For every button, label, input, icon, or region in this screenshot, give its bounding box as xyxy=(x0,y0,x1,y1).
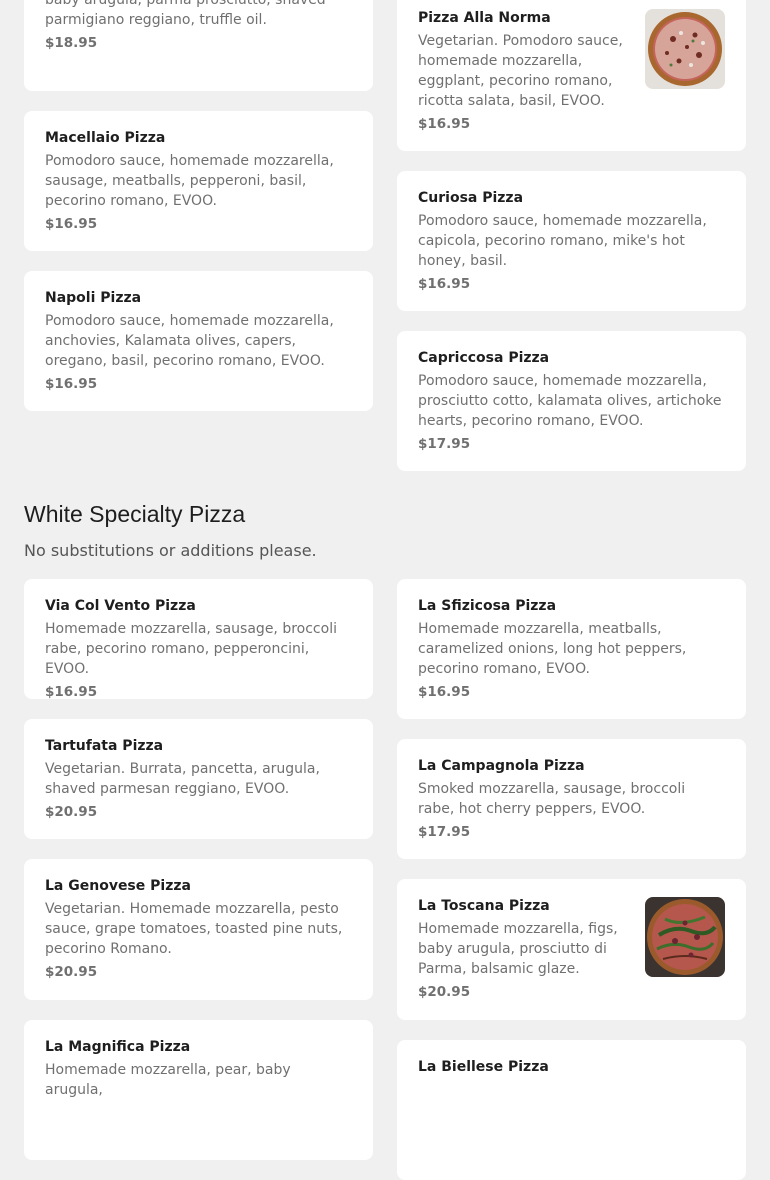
menu-item-description: Vegetarian. Homemade mozzarella, pesto s… xyxy=(45,901,343,957)
menu-item-name: La Campagnola Pizza xyxy=(418,758,585,774)
menu-item-card[interactable]: La Sfizicosa Pizza Homemade mozzarella, … xyxy=(397,579,746,719)
menu-item-name: Pizza Alla Norma xyxy=(418,10,551,26)
menu-item-description: Homemade mozzarella, figs, baby arugula,… xyxy=(418,921,618,977)
section-title: White Specialty Pizza xyxy=(24,501,246,527)
menu-item-card[interactable]: La Toscana Pizza Homemade mozzarella, fi… xyxy=(397,879,746,1020)
menu-item-price: $17.95 xyxy=(418,436,471,452)
menu-item-name: Macellaio Pizza xyxy=(45,130,166,146)
section-note: No substitutions or additions please. xyxy=(24,541,317,560)
menu-item-name: Via Col Vento Pizza xyxy=(45,598,196,614)
menu-item-name: Napoli Pizza xyxy=(45,290,142,306)
menu-item-card[interactable]: Pizza Alla Norma Vegetarian. Pomodoro sa… xyxy=(397,0,746,151)
menu-item-name: Capriccosa Pizza xyxy=(418,350,550,366)
menu-item-description: Homemade mozzarella, meatballs, carameli… xyxy=(418,621,687,677)
menu-item-price: $18.95 xyxy=(45,35,98,51)
menu-item-description: Homemade mozzarella, pear, baby arugula, xyxy=(45,1062,291,1098)
menu-item-name: La Biellese Pizza xyxy=(418,1059,549,1075)
menu-item-name: La Toscana Pizza xyxy=(418,898,550,914)
menu-item-description: Vegetarian. Pomodoro sauce, homemade moz… xyxy=(418,33,623,109)
menu-item-price: $16.95 xyxy=(418,116,471,132)
menu-item-card[interactable]: La Genovese Pizza Vegetarian. Homemade m… xyxy=(24,859,373,1000)
menu-item-description: Pomodoro sauce, homemade mozzarella, bab… xyxy=(45,0,326,28)
menu-item-description: Pomodoro sauce, homemade mozzarella, pro… xyxy=(418,373,722,429)
menu-item-card[interactable]: La Biellese Pizza xyxy=(397,1040,746,1180)
menu-item-price: $16.95 xyxy=(45,684,98,699)
menu-item-card[interactable]: Via Col Vento Pizza Homemade mozzarella,… xyxy=(24,579,373,699)
menu-item-price: $16.95 xyxy=(418,276,471,292)
menu-item-card[interactable]: Macellaio Pizza Pomodoro sauce, homemade… xyxy=(24,111,373,251)
menu-item-description: Pomodoro sauce, homemade mozzarella, sau… xyxy=(45,153,334,209)
menu-item-name: Curiosa Pizza xyxy=(418,190,524,206)
menu-item-price: $16.95 xyxy=(418,684,471,700)
menu-item-card[interactable]: La Campagnola Pizza Smoked mozzarella, s… xyxy=(397,739,746,859)
menu-item-card[interactable]: Curiosa Pizza Pomodoro sauce, homemade m… xyxy=(397,171,746,311)
la-toscana-photo[interactable] xyxy=(645,897,725,977)
menu-item-price: $16.95 xyxy=(45,216,98,232)
menu-item-name: La Magnifica Pizza xyxy=(45,1039,191,1055)
menu-item-name: Tartufata Pizza xyxy=(45,738,164,754)
pizza-alla-norma-photo[interactable] xyxy=(645,9,725,89)
menu-item-price: $16.95 xyxy=(45,376,98,392)
menu-item-description: Vegetarian. Burrata, pancetta, arugula, … xyxy=(45,761,320,797)
menu-item-card[interactable]: Capriccosa Pizza Pomodoro sauce, homemad… xyxy=(397,331,746,471)
menu-item-price: $20.95 xyxy=(45,804,98,820)
menu-item-description: Homemade mozzarella, sausage, broccoli r… xyxy=(45,621,337,677)
menu-item-price: $20.95 xyxy=(45,964,98,980)
menu-item-description: Pomodoro sauce, homemade mozzarella, cap… xyxy=(418,213,707,269)
menu-item-description: Pomodoro sauce, homemade mozzarella, anc… xyxy=(45,313,334,369)
menu-item-name: La Sfizicosa Pizza xyxy=(418,598,557,614)
menu-item-name: La Genovese Pizza xyxy=(45,878,191,894)
menu-item-card[interactable]: La Magnifica Pizza Homemade mozzarella, … xyxy=(24,1020,373,1160)
menu-item-card[interactable]: Tartufata Pizza Vegetarian. Burrata, pan… xyxy=(24,719,373,839)
menu-item-price: $20.95 xyxy=(418,984,471,1000)
pizza-image-icon xyxy=(645,897,725,977)
menu-item-price: $17.95 xyxy=(418,824,471,840)
menu-item-card[interactable]: Napoli Pizza Pomodoro sauce, homemade mo… xyxy=(24,271,373,411)
pizza-image-icon xyxy=(645,9,725,89)
menu-item-card[interactable]: Pomodoro sauce, homemade mozzarella, bab… xyxy=(24,0,373,91)
menu-item-description: Smoked mozzarella, sausage, broccoli rab… xyxy=(418,781,686,817)
